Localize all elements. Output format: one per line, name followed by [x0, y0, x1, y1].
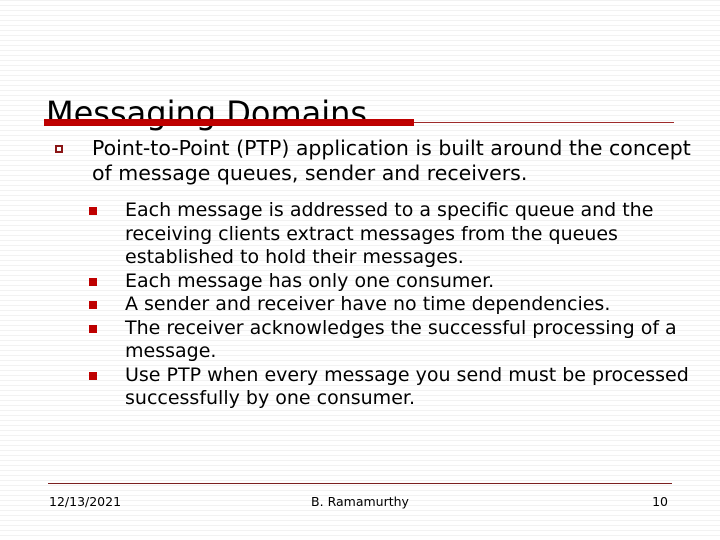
- footer-page-number: 10: [652, 494, 668, 509]
- page-title: Messaging Domains: [46, 94, 368, 133]
- slide-body: Point-to-Point (PTP) application is buil…: [0, 136, 720, 411]
- footer-divider: [48, 483, 672, 484]
- bullet-item-level2: Each message is addressed to a specific …: [0, 199, 720, 270]
- bullet-text: Each message is addressed to a specific …: [125, 199, 654, 268]
- hollow-square-bullet-icon: [55, 145, 63, 153]
- bullet-text: Use PTP when every message you send must…: [125, 363, 689, 410]
- bullet-item-level2: A sender and receiver have no time depen…: [0, 293, 720, 317]
- bullet-text: A sender and receiver have no time depen…: [125, 293, 611, 315]
- bullet-text: Each message has only one consumer.: [125, 269, 495, 292]
- bullet-item-level2: Each message has only one consumer.: [0, 270, 720, 294]
- title-underline-accent-bar: [44, 119, 414, 126]
- filled-square-bullet-icon: [89, 371, 97, 380]
- slide-canvas: Messaging Domains Point-to-Point (PTP) a…: [0, 0, 720, 540]
- filled-square-bullet-icon: [89, 207, 97, 215]
- bullet-item-level2: Use PTP when every message you send must…: [0, 364, 720, 411]
- bullet-item-level2: The receiver acknowledges the successful…: [0, 317, 720, 364]
- bullet-text: Point-to-Point (PTP) application is buil…: [92, 136, 691, 185]
- filled-square-bullet-icon: [89, 324, 97, 333]
- sub-bullet-list: Each message is addressed to a specific …: [0, 199, 720, 411]
- bullet-text: The receiver acknowledges the successful…: [125, 316, 677, 363]
- filled-square-bullet-icon: [89, 277, 97, 286]
- filled-square-bullet-icon: [89, 301, 97, 309]
- bullet-item-level1: Point-to-Point (PTP) application is buil…: [0, 136, 720, 186]
